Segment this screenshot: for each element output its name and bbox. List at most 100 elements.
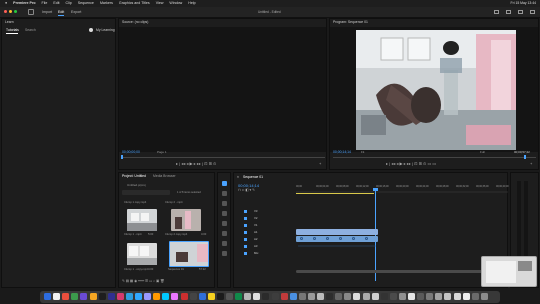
- feedback-icon[interactable]: [530, 10, 535, 14]
- fullscreen-icon[interactable]: [518, 10, 523, 14]
- project-search-input[interactable]: [122, 190, 170, 195]
- menubar-clock[interactable]: Fri 15 May 13:44: [511, 0, 536, 7]
- dock-app-icon[interactable]: [462, 293, 470, 300]
- dock-app-icon[interactable]: [216, 293, 224, 300]
- type-tool-icon[interactable]: [222, 251, 227, 256]
- menu-help[interactable]: Help: [188, 0, 195, 7]
- menu-file[interactable]: File: [42, 0, 48, 7]
- dock-app-icon[interactable]: [353, 293, 361, 300]
- menu-markers[interactable]: Markers: [100, 0, 113, 7]
- program-transport-controls[interactable]: ▸ | ◂◂ ◂ ▶ ▸ ▸▸ | ⊡ ⊞ ⊙ ▭ ▭: [386, 161, 436, 166]
- menu-clip[interactable]: Clip: [66, 0, 72, 7]
- dock-app-icon[interactable]: [371, 293, 379, 300]
- video-clip[interactable]: [296, 229, 378, 235]
- dock-app-icon[interactable]: [480, 293, 488, 300]
- program-playhead[interactable]: [524, 155, 526, 159]
- dock-app-icon[interactable]: [89, 293, 97, 300]
- clip-fx-marker[interactable]: [352, 237, 355, 240]
- dock-app-icon[interactable]: [317, 293, 324, 300]
- pen-tool-icon[interactable]: [222, 231, 227, 236]
- clip-fx-marker[interactable]: [313, 237, 316, 240]
- track-target-toggle[interactable]: [244, 210, 247, 213]
- timeline-toolbar[interactable]: ⊓ ⊂ ◧ ▾ ✎: [238, 188, 255, 192]
- dock-app-icon[interactable]: [153, 293, 161, 300]
- dock-app-icon[interactable]: [80, 293, 88, 300]
- track-target-toggle[interactable]: [244, 238, 247, 241]
- dock-app-icon[interactable]: [271, 293, 279, 300]
- dock-app-icon[interactable]: [62, 293, 70, 300]
- dock-app-icon[interactable]: [408, 293, 415, 300]
- dock-app-icon[interactable]: [326, 293, 334, 300]
- program-add-button-icon[interactable]: +: [530, 161, 532, 166]
- dock-app-icon[interactable]: [289, 293, 297, 300]
- dock-app-icon[interactable]: [189, 293, 197, 300]
- dock-app-icon[interactable]: [362, 293, 370, 300]
- dock-app-icon[interactable]: [398, 293, 406, 300]
- dock-app-icon[interactable]: [162, 293, 170, 300]
- source-scrubber[interactable]: [122, 157, 325, 158]
- track-target-toggle[interactable]: [244, 245, 247, 248]
- clip-thumbnail[interactable]: [127, 209, 157, 231]
- dock-app-icon[interactable]: [207, 293, 215, 300]
- track-label[interactable]: V3: [254, 209, 257, 213]
- program-timecode[interactable]: 00;00;14;14: [333, 150, 351, 154]
- clip-fx-marker[interactable]: [326, 237, 329, 240]
- dock-app-icon[interactable]: [125, 293, 133, 300]
- tab-search[interactable]: Search: [25, 28, 36, 32]
- menu-edit[interactable]: Edit: [53, 0, 59, 7]
- dock-app-icon[interactable]: [244, 293, 252, 300]
- clip-fx-marker[interactable]: [300, 237, 303, 240]
- track-target-toggle[interactable]: [244, 224, 247, 227]
- dock-app-icon[interactable]: [335, 293, 343, 300]
- sequence-thumbnail[interactable]: [169, 241, 209, 267]
- hand-tool-icon[interactable]: [222, 241, 227, 246]
- dock-app-icon[interactable]: [262, 293, 270, 300]
- close-window-icon[interactable]: [4, 10, 7, 13]
- dock-app-icon[interactable]: [71, 293, 79, 300]
- dock-app-icon[interactable]: [417, 293, 425, 300]
- track-label[interactable]: A3: [254, 244, 257, 248]
- dock-app-icon[interactable]: [180, 293, 188, 300]
- source-add-button-icon[interactable]: +: [319, 161, 321, 166]
- media-browser-tab[interactable]: Media Browser: [153, 174, 176, 178]
- project-tab[interactable]: Project: Untitled: [122, 174, 146, 178]
- track-label[interactable]: A2: [254, 237, 257, 241]
- dock-app-icon[interactable]: [389, 293, 397, 300]
- dock-app-icon[interactable]: [144, 293, 152, 300]
- selection-tool-icon[interactable]: [222, 181, 227, 186]
- timeline-playhead-handle[interactable]: [373, 188, 378, 191]
- timeline-sequence-tab[interactable]: Sequence 01: [243, 175, 263, 179]
- dock-app-icon[interactable]: [435, 293, 443, 300]
- source-page-dropdown[interactable]: Page 1: [157, 150, 167, 154]
- clip-thumbnail[interactable]: [171, 209, 201, 231]
- dock-app-icon[interactable]: [226, 293, 233, 300]
- track-target-toggle[interactable]: [244, 231, 247, 234]
- razor-tool-icon[interactable]: [222, 211, 227, 216]
- dock-app-icon[interactable]: [298, 293, 306, 300]
- program-resolution-dropdown[interactable]: Full: [480, 150, 485, 154]
- dock-app-icon[interactable]: [53, 293, 61, 300]
- dock-app-icon[interactable]: [44, 293, 51, 300]
- dock-app-icon[interactable]: [307, 293, 315, 300]
- minimize-window-icon[interactable]: [9, 10, 12, 13]
- dock-app-icon[interactable]: [198, 293, 206, 300]
- track-target-toggle[interactable]: [244, 217, 247, 220]
- clip-thumbnail[interactable]: [127, 243, 157, 265]
- ripple-edit-tool-icon[interactable]: [222, 201, 227, 206]
- dock-app-icon[interactable]: [107, 293, 115, 300]
- track-target-toggle[interactable]: [244, 252, 247, 255]
- program-viewer[interactable]: [330, 27, 538, 152]
- source-viewer[interactable]: [119, 27, 326, 152]
- slip-tool-icon[interactable]: [222, 221, 227, 226]
- dock-app-icon[interactable]: [253, 293, 261, 300]
- source-playhead[interactable]: [121, 155, 123, 159]
- track-label[interactable]: V1: [254, 223, 257, 227]
- dock-app-icon[interactable]: [380, 293, 388, 300]
- apple-menu-icon[interactable]: ●: [5, 0, 7, 7]
- tab-export[interactable]: Export: [71, 10, 81, 14]
- dock-app-icon[interactable]: [471, 293, 479, 300]
- workspace-icon[interactable]: [494, 10, 499, 14]
- app-menu[interactable]: Premiere Pro: [13, 0, 35, 7]
- program-fit-dropdown[interactable]: Fit: [361, 150, 364, 154]
- timeline-close-icon[interactable]: ×: [237, 175, 239, 179]
